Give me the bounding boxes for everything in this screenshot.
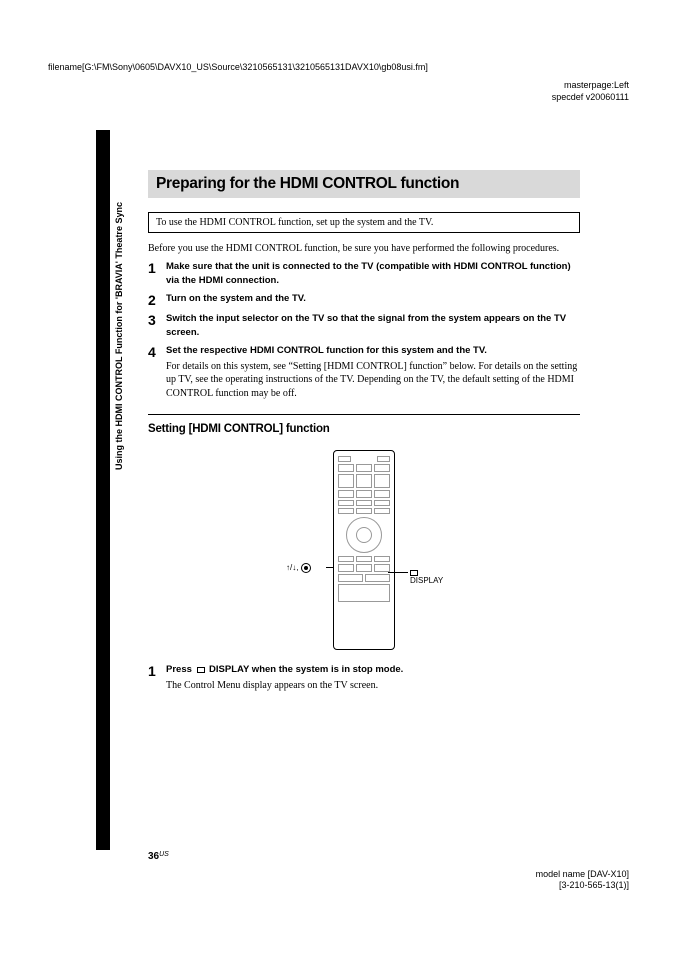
page-region: US <box>159 851 169 858</box>
press-prefix: Press <box>166 664 195 675</box>
page-title: Preparing for the HDMI CONTROL function <box>148 170 580 198</box>
section-tab-label: Using the HDMI CONTROL Function for 'BRA… <box>114 202 124 470</box>
header-masterpage: masterpage:Left specdef v20060111 <box>552 80 629 103</box>
display-icon <box>410 570 418 576</box>
step-list: 1 Make sure that the unit is connected t… <box>148 260 580 400</box>
callout-arrows: ↑/↓, <box>286 563 311 573</box>
page-num-value: 36 <box>148 851 159 862</box>
step-detail: The Control Menu display appears on the … <box>166 679 580 693</box>
display-icon <box>197 667 205 673</box>
step-item: 2 Turn on the system and the TV. <box>148 292 580 309</box>
callout-display: DISPLAY <box>410 569 443 585</box>
note-box: To use the HDMI CONTROL function, set up… <box>148 212 580 233</box>
setting-step-list: 1 Press DISPLAY when the system is in st… <box>148 663 580 692</box>
model-line: model name [DAV-X10] <box>536 869 629 881</box>
step-number: 3 <box>148 312 166 340</box>
header-filename: filename[G:\FM\Sony\0605\DAVX10_US\Sourc… <box>48 62 428 72</box>
callout-line <box>388 572 408 573</box>
step-item: 3 Switch the input selector on the TV so… <box>148 312 580 340</box>
doc-line: [3-210-565-13(1)] <box>536 880 629 892</box>
step-number: 1 <box>148 663 166 692</box>
callout-right-label: DISPLAY <box>410 576 443 585</box>
page-content: Preparing for the HDMI CONTROL function … <box>148 170 580 696</box>
press-bold: DISPLAY when the system is in stop mode. <box>209 664 403 675</box>
step-number: 4 <box>148 344 166 400</box>
step-item: 4 Set the respective HDMI CONTROL functi… <box>148 344 580 400</box>
step-item: 1 Press DISPLAY when the system is in st… <box>148 663 580 692</box>
step-bold: Turn on the system and the TV. <box>166 292 580 306</box>
specdef-line: specdef v20060111 <box>552 92 629 104</box>
section-tab-strip <box>96 130 110 850</box>
remote-illustration: ↑/↓, DISPLAY <box>148 445 580 655</box>
enter-icon <box>301 563 311 573</box>
step-bold: Switch the input selector on the TV so t… <box>166 312 580 340</box>
page-number: 36US <box>148 851 169 862</box>
intro-text: Before you use the HDMI CONTROL function… <box>148 243 580 254</box>
step-number: 1 <box>148 260 166 288</box>
step-detail: For details on this system, see “Setting… <box>166 360 580 401</box>
subheading: Setting [HDMI CONTROL] function <box>148 423 580 435</box>
remote-control-icon <box>333 450 395 650</box>
masterpage-line: masterpage:Left <box>552 80 629 92</box>
step-number: 2 <box>148 292 166 309</box>
callout-left-label: ↑/↓, <box>286 563 298 572</box>
footer-model: model name [DAV-X10] [3-210-565-13(1)] <box>536 869 629 892</box>
divider <box>148 414 580 415</box>
step-bold: Make sure that the unit is connected to … <box>166 260 580 288</box>
step-item: 1 Make sure that the unit is connected t… <box>148 260 580 288</box>
step-bold: Set the respective HDMI CONTROL function… <box>166 344 580 358</box>
